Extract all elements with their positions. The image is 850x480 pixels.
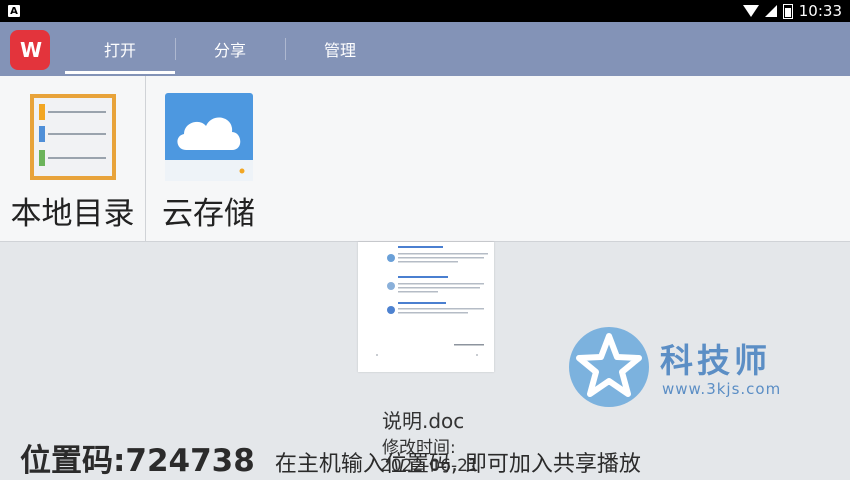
file-name[interactable]: 说明.doc bbox=[382, 405, 464, 434]
share-code-bar: 位置码: 724738 在主机输入位置码, 即可加入共享播放 bbox=[20, 435, 641, 480]
tab-open[interactable]: 打开 bbox=[65, 22, 175, 76]
status-time: 10:33 bbox=[798, 2, 842, 20]
wifi-icon bbox=[742, 5, 759, 17]
watermark: 科技师 www.3kjs.com bbox=[566, 324, 836, 410]
file-area: 科技师 www.3kjs.com 说明.doc 修改时间: 2022-06-21… bbox=[0, 242, 850, 480]
signal-icon bbox=[764, 5, 777, 17]
document-thumbnail[interactable] bbox=[358, 242, 494, 372]
watermark-url: www.3kjs.com bbox=[662, 380, 782, 398]
app-bar: W 打开 分享 管理 bbox=[0, 22, 850, 76]
share-hint: 在主机输入位置码, 即可加入共享播放 bbox=[274, 452, 641, 477]
document-preview-icon bbox=[376, 246, 488, 356]
local-directory-label: 本地目录 bbox=[10, 196, 135, 232]
watermark-title: 科技师 bbox=[660, 341, 771, 380]
tab-manage[interactable]: 管理 bbox=[285, 22, 395, 76]
cloud-storage-button[interactable]: 云存储 bbox=[146, 76, 271, 241]
notification-a-icon: A bbox=[8, 5, 20, 17]
source-panel: 本地目录 云存储 bbox=[0, 76, 850, 242]
location-code-value: 724738 bbox=[125, 443, 255, 479]
wps-logo-icon[interactable]: W bbox=[10, 30, 50, 70]
battery-icon bbox=[782, 3, 793, 19]
cloud-storage-label: 云存储 bbox=[162, 196, 255, 232]
location-code-label: 位置码: bbox=[20, 443, 126, 479]
cloud-icon bbox=[164, 93, 253, 181]
tab-share[interactable]: 分享 bbox=[175, 22, 285, 76]
status-bar: A 10:33 bbox=[0, 0, 850, 22]
tab-bar: 打开 分享 管理 bbox=[65, 22, 395, 76]
watermark-star-icon bbox=[569, 327, 649, 407]
local-directory-button[interactable]: 本地目录 bbox=[0, 76, 146, 241]
folder-list-icon bbox=[29, 94, 116, 180]
